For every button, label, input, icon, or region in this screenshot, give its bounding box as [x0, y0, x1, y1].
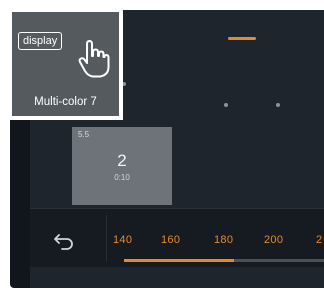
instruction-card: display Multi-color 7	[12, 12, 119, 116]
indicator-dot	[276, 103, 280, 107]
slider-fill	[124, 259, 234, 262]
scale-label[interactable]: 180	[214, 234, 233, 246]
back-button[interactable]	[50, 229, 78, 253]
page: 5.5 2 0:10 140 160 180 200 2 display Mul…	[0, 0, 324, 293]
scale-label[interactable]: 160	[161, 234, 180, 246]
bottom-bar: 140 160 180 200 2	[30, 208, 324, 267]
display-badge: display	[18, 32, 63, 50]
overlay-caption: Multi-color 7	[34, 96, 97, 108]
tile-number: 2	[117, 151, 127, 170]
top-handle[interactable]	[228, 37, 256, 40]
bar-divider	[106, 215, 107, 261]
program-tile[interactable]: 5.5 2 0:10	[72, 127, 172, 205]
scale-slider[interactable]	[124, 259, 324, 262]
scale-label[interactable]: 140	[113, 234, 132, 246]
indicator-dot	[224, 103, 228, 107]
instruction-overlay: display Multi-color 7	[8, 8, 123, 120]
scale-label[interactable]: 200	[264, 234, 283, 246]
tile-subtext: 0:10	[114, 173, 130, 182]
tile-tag: 5.5	[78, 130, 90, 139]
back-arrow-icon	[54, 234, 73, 250]
scale-label[interactable]: 2	[316, 234, 322, 246]
tap-hand-icon	[78, 40, 110, 78]
